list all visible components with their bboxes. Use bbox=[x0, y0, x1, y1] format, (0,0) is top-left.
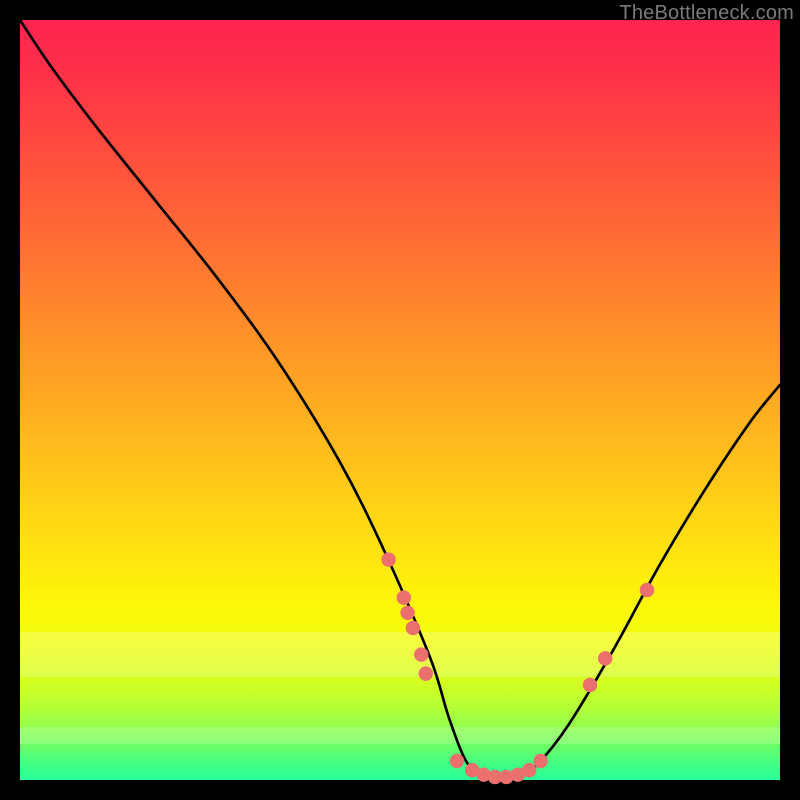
highlight-dot bbox=[419, 666, 433, 680]
highlight-dot bbox=[533, 754, 547, 768]
chart-frame: TheBottleneck.com bbox=[0, 0, 800, 800]
highlight-dot bbox=[406, 621, 420, 635]
highlight-dot bbox=[522, 763, 536, 777]
bottleneck-curve bbox=[20, 20, 780, 782]
highlight-dot bbox=[381, 552, 395, 566]
highlight-dot bbox=[640, 583, 654, 597]
highlight-dot bbox=[583, 678, 597, 692]
highlight-dots bbox=[381, 552, 654, 784]
plot-area bbox=[20, 20, 780, 780]
highlight-dot bbox=[400, 606, 414, 620]
highlight-dot bbox=[414, 647, 428, 661]
highlight-dot bbox=[450, 754, 464, 768]
highlight-dot bbox=[397, 590, 411, 604]
curve-svg bbox=[20, 20, 780, 780]
highlight-dot bbox=[598, 651, 612, 665]
